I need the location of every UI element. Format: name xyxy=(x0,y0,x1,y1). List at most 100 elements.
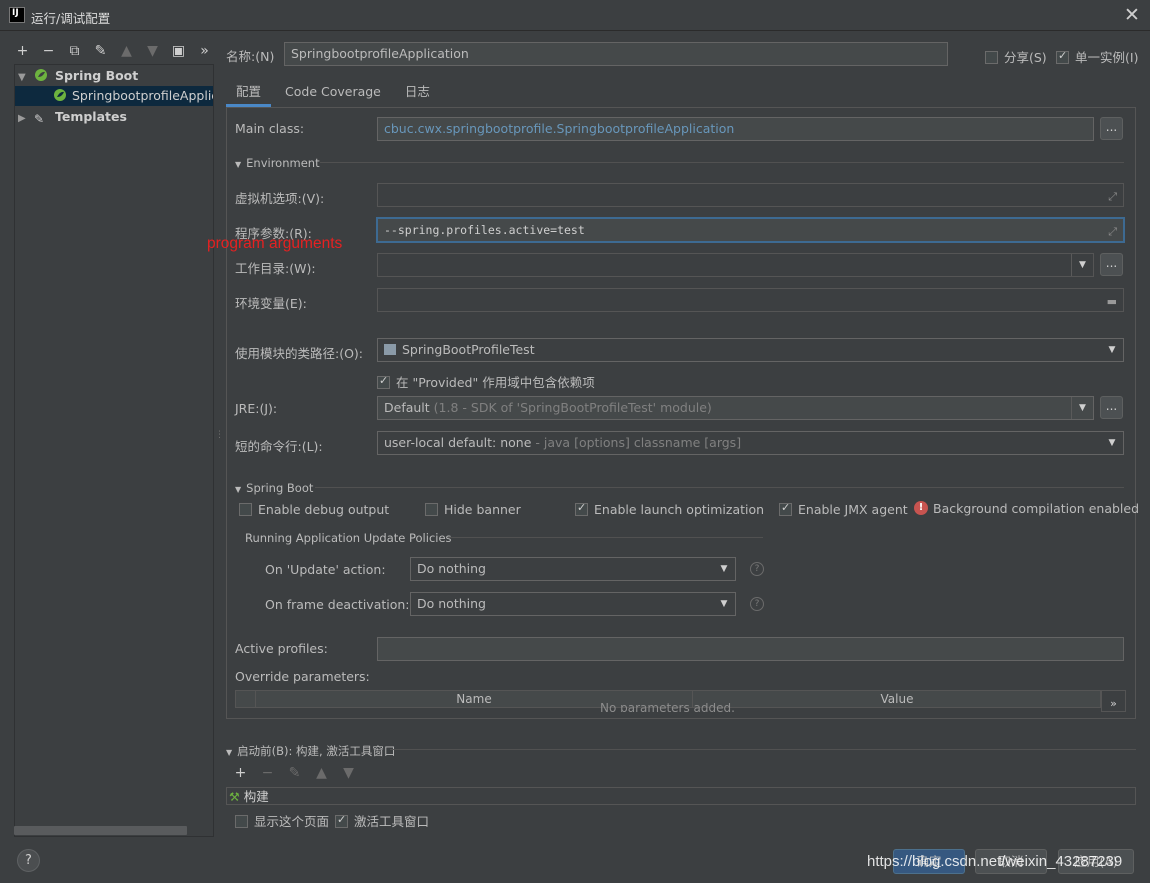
checkbox-box[interactable] xyxy=(377,374,390,389)
tree-item-templates[interactable]: ▶ ✎ Templates xyxy=(15,107,213,127)
checkbox-box[interactable] xyxy=(985,51,998,64)
active-profiles-field[interactable] xyxy=(377,637,1124,661)
vm-options-field[interactable]: ⤢ xyxy=(377,183,1124,207)
checkbox-box[interactable] xyxy=(235,815,248,828)
close-icon[interactable]: ✕ xyxy=(1124,4,1140,26)
hide-banner-checkbox[interactable]: Hide banner xyxy=(425,502,521,517)
expand-icon[interactable]: ⤢ xyxy=(1108,186,1117,206)
expand-table-icon[interactable]: » xyxy=(1101,690,1126,712)
splitter-handle[interactable]: ⋮ xyxy=(215,430,224,440)
main-class-field[interactable]: cbuc.cwx.springbootprofile.Springbootpro… xyxy=(377,117,1094,141)
spring-boot-title: Spring Boot xyxy=(246,481,314,495)
browse-jre-button[interactable]: ... xyxy=(1100,396,1123,419)
browse-working-dir-button[interactable]: ... xyxy=(1100,253,1123,276)
watermark: https://blog.csdn.net/weixin_43287239 xyxy=(867,853,1123,870)
checkbox-box[interactable] xyxy=(575,501,588,516)
name-field[interactable]: SpringbootprofileApplication xyxy=(284,42,948,66)
tree-item-label: Templates xyxy=(54,109,127,124)
chevron-down-icon[interactable]: ▼ xyxy=(1071,254,1093,276)
add-icon[interactable]: + xyxy=(232,765,249,781)
help-icon[interactable]: ? xyxy=(750,597,764,611)
launch-opt-checkbox[interactable]: Enable launch optimization xyxy=(575,501,765,517)
tree-item-app[interactable]: SpringbootprofileApplication xyxy=(15,86,213,106)
on-update-label: On 'Update' action: xyxy=(265,562,386,577)
jre-select[interactable]: Default (1.8 - SDK of 'SpringBootProfile… xyxy=(377,396,1094,420)
before-launch-item[interactable]: 构建 xyxy=(244,789,269,804)
help-icon[interactable]: ? xyxy=(750,562,764,576)
tab-code-coverage[interactable]: Code Coverage xyxy=(275,80,391,107)
single-instance-label: 单一实例(I) xyxy=(1075,50,1139,65)
before-launch-header[interactable]: ▼ 启动前(B): 构建, 激活工具窗口 xyxy=(226,743,395,759)
on-frame-label: On frame deactivation: xyxy=(265,597,410,612)
checkbox-box[interactable] xyxy=(335,813,348,828)
name-label: 名称:(N) xyxy=(226,49,275,64)
update-policies-header: Running Application Update Policies xyxy=(245,531,452,545)
env-vars-field[interactable]: ▬ xyxy=(377,288,1124,312)
spring-boot-header[interactable]: ▼ Spring Boot xyxy=(235,481,313,495)
module-label: 使用模块的类路径:(O): xyxy=(235,346,364,361)
edit-icon[interactable]: ✎ xyxy=(286,765,303,781)
debug-output-label: Enable debug output xyxy=(258,502,390,517)
launch-opt-label: Enable launch optimization xyxy=(594,502,765,517)
checkbox-box[interactable] xyxy=(425,503,438,516)
remove-icon[interactable]: − xyxy=(259,765,276,781)
activate-tool-checkbox[interactable]: 激活工具窗口 xyxy=(335,811,429,830)
checkbox-box[interactable] xyxy=(1056,49,1069,64)
add-icon[interactable]: + xyxy=(14,43,31,59)
expand-icon[interactable]: ⤢ xyxy=(1108,221,1117,241)
folder-icon[interactable]: ▬ xyxy=(1107,291,1117,311)
program-args-field[interactable]: --spring.profiles.active=test ⤢ xyxy=(377,218,1124,242)
help-button[interactable]: ? xyxy=(17,849,40,872)
jre-detail: (1.8 - SDK of 'SpringBootProfileTest' mo… xyxy=(433,400,712,415)
collapse-arrow-icon: ▼ xyxy=(235,160,242,169)
jmx-agent-label: Enable JMX agent xyxy=(798,502,908,517)
tree-scrollbar[interactable] xyxy=(14,826,187,835)
program-args-value: --spring.profiles.active=test xyxy=(384,223,585,237)
env-vars-label: 环境变量(E): xyxy=(235,296,307,311)
copy-icon[interactable]: ⧉ xyxy=(66,43,83,59)
more-icon[interactable]: » xyxy=(196,43,213,59)
tab-bar: 配置 Code Coverage 日志 xyxy=(226,80,440,107)
tab-config[interactable]: 配置 xyxy=(226,80,272,107)
environment-header[interactable]: ▼ Environment xyxy=(235,156,320,170)
collapse-arrow-icon: ▼ xyxy=(226,748,233,757)
divider xyxy=(448,537,763,538)
jmx-agent-checkbox[interactable]: Enable JMX agent xyxy=(779,501,908,517)
active-profiles-label: Active profiles: xyxy=(235,641,328,656)
on-frame-value: Do nothing xyxy=(417,596,486,611)
checkbox-box[interactable] xyxy=(239,503,252,516)
provided-checkbox[interactable]: 在 "Provided" 作用域中包含依赖项 xyxy=(377,372,595,391)
divider xyxy=(390,749,1136,750)
on-update-select[interactable]: Do nothing ▼ xyxy=(410,557,736,581)
working-dir-field[interactable]: ▼ xyxy=(377,253,1094,277)
on-frame-select[interactable]: Do nothing ▼ xyxy=(410,592,736,616)
environment-title: Environment xyxy=(246,156,320,170)
tab-logs[interactable]: 日志 xyxy=(395,80,440,107)
show-page-checkbox[interactable]: 显示这个页面 xyxy=(235,811,329,830)
move-up-icon[interactable]: ▲ xyxy=(118,43,135,59)
provided-label: 在 "Provided" 作用域中包含依赖项 xyxy=(396,375,595,390)
checkbox-box[interactable] xyxy=(779,501,792,516)
new-folder-icon[interactable]: ▣ xyxy=(170,43,187,59)
module-icon xyxy=(384,344,396,355)
shorten-cmd-select[interactable]: user-local default: none - java [options… xyxy=(377,431,1124,455)
chevron-down-icon: ▼ xyxy=(720,599,728,609)
chevron-down-icon[interactable]: ▼ xyxy=(1071,397,1093,419)
move-up-icon[interactable]: ▲ xyxy=(313,765,330,781)
move-down-icon[interactable]: ▼ xyxy=(340,765,357,781)
error-icon: ! xyxy=(914,501,928,515)
collapse-arrow-icon: ▼ xyxy=(235,485,242,494)
debug-output-checkbox[interactable]: Enable debug output xyxy=(239,502,389,517)
module-select[interactable]: SpringBootProfileTest ▼ xyxy=(377,338,1124,362)
wrench-icon[interactable]: ✎ xyxy=(92,43,109,59)
move-down-icon[interactable]: ▼ xyxy=(144,43,161,59)
spring-boot-icon xyxy=(54,89,66,101)
single-instance-checkbox[interactable]: 单一实例(I) xyxy=(1056,47,1138,66)
hammer-icon: ⚒ xyxy=(229,790,240,804)
remove-icon[interactable]: − xyxy=(40,43,57,59)
share-checkbox[interactable]: 分享(S) xyxy=(985,47,1047,66)
tree-item-spring-boot[interactable]: ▼ Spring Boot xyxy=(15,66,213,86)
wrench-icon: ✎ xyxy=(33,112,45,126)
browse-main-class-button[interactable]: ... xyxy=(1100,117,1123,140)
table-column-value[interactable]: Value xyxy=(693,691,1101,708)
